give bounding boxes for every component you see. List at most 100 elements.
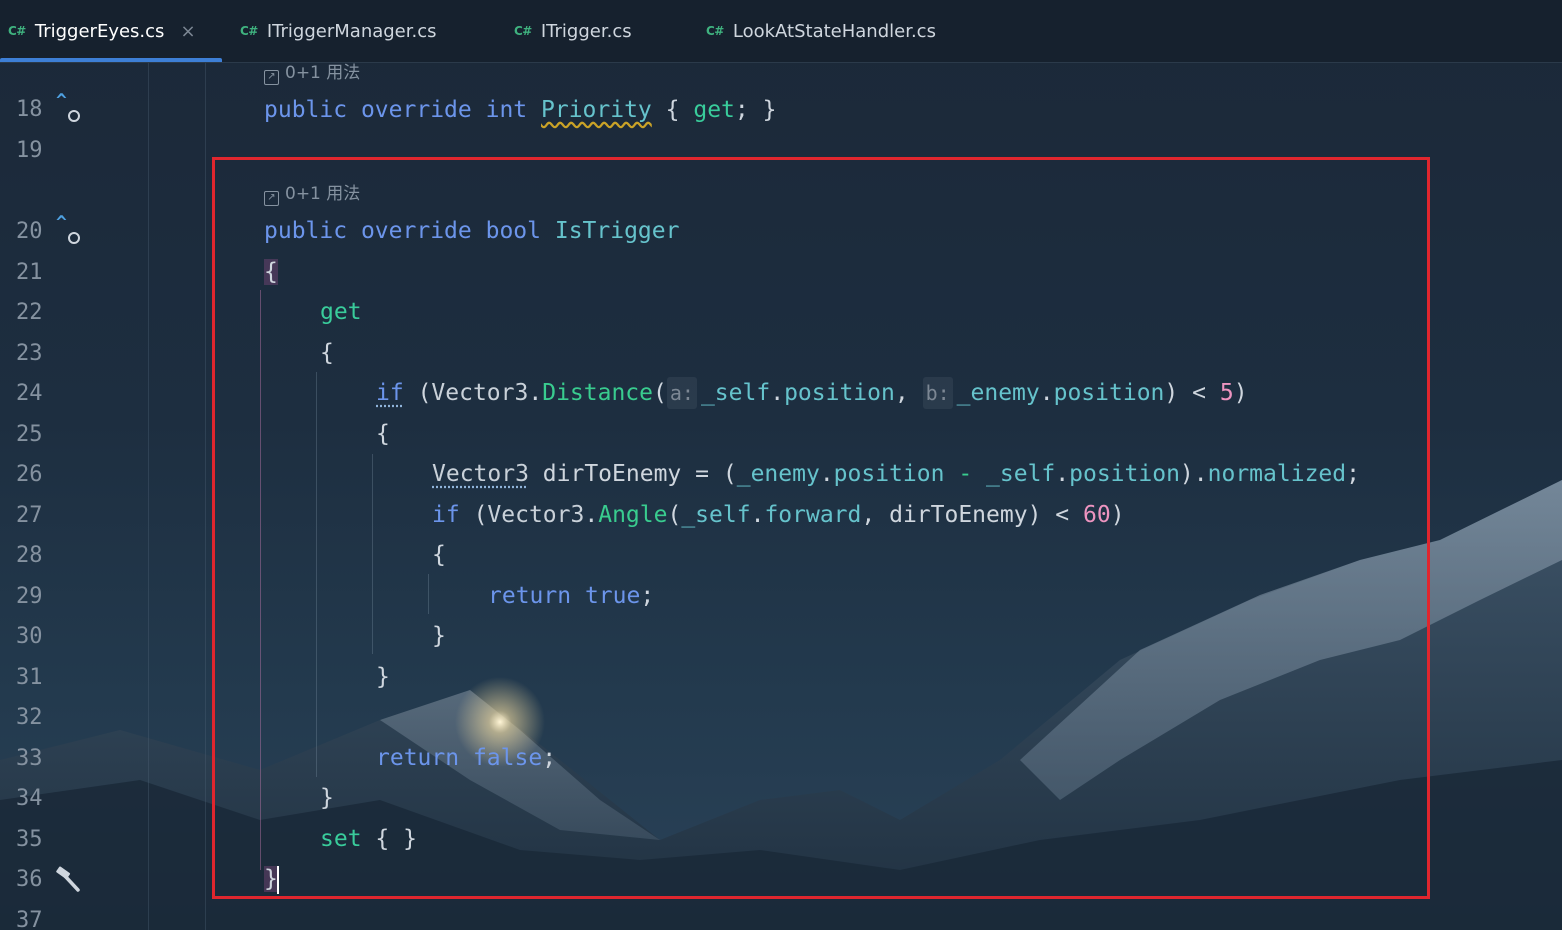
keyword: true <box>584 583 641 609</box>
punctuation: { <box>264 259 278 285</box>
close-icon[interactable]: × <box>180 21 195 42</box>
property-name: forward <box>764 502 862 528</box>
external-link-icon: ↗ <box>264 70 279 85</box>
class-name: Vector3 <box>431 380 529 406</box>
punctuation: } <box>320 785 334 811</box>
property-name: Priority <box>541 97 652 123</box>
punctuation: ) <box>1179 461 1194 487</box>
variable-name: dirToEnemy <box>889 502 1028 528</box>
punctuation: ( <box>473 502 488 528</box>
variable-name: dirToEnemy <box>542 461 682 487</box>
punctuation: . <box>528 380 543 406</box>
csharp-file-icon: C# <box>8 24 26 38</box>
parameter-hint: b: <box>922 377 953 409</box>
operator: < <box>1055 502 1070 528</box>
tab-itriggermanager[interactable]: C# ITriggerManager.cs <box>222 0 496 62</box>
operator: - <box>958 461 973 487</box>
punctuation: } <box>264 866 278 892</box>
keyword: if <box>376 380 404 406</box>
usage-hint[interactable]: ↗ 0+1 用法 <box>264 62 360 85</box>
method-name: Angle <box>598 502 668 528</box>
property-name: normalized <box>1207 461 1347 487</box>
punctuation: ) <box>1027 502 1042 528</box>
code-line-27: if (Vector3.Angle(_self.forward, dirToEn… <box>432 502 1125 528</box>
keyword: int <box>485 97 528 123</box>
code-line-36: } <box>264 863 279 895</box>
csharp-file-icon: C# <box>240 24 258 38</box>
code-line-30: } <box>432 620 446 652</box>
code-line-24: if (Vector3.Distance(a: _self.position, b… <box>376 377 1248 409</box>
code-line-18: public override int Priority { get; } <box>264 94 776 126</box>
number-literal: 5 <box>1219 380 1234 406</box>
operator: < <box>1192 380 1206 406</box>
code-line-21: { <box>264 256 278 288</box>
punctuation: { <box>320 340 334 366</box>
code-line-29: return true; <box>488 580 654 612</box>
punctuation: ( <box>667 502 682 528</box>
indent-guide <box>372 454 373 654</box>
property-name: position <box>1053 380 1165 406</box>
code-line-35: set { } <box>320 823 417 855</box>
punctuation: } <box>762 97 777 123</box>
keyword: public <box>264 218 348 244</box>
code-line-26: Vector3 dirToEnemy = (_enemy.position - … <box>432 461 1360 487</box>
class-name: Vector3 <box>432 461 529 487</box>
code-line-23: { <box>320 337 334 369</box>
method-name: Distance <box>542 380 653 406</box>
punctuation: ; <box>640 583 655 609</box>
tab-itrigger[interactable]: C# ITrigger.cs <box>496 0 690 62</box>
keyword: bool <box>485 218 541 244</box>
punctuation: { <box>376 421 390 447</box>
indent-guide <box>260 290 261 870</box>
field-name: _enemy <box>736 461 820 487</box>
editor-tab-bar: C# TriggerEyes.cs × C# ITriggerManager.c… <box>0 0 1562 63</box>
code-line-22: get <box>320 296 362 328</box>
accessor: get <box>693 97 735 123</box>
keyword: override <box>360 218 472 244</box>
parameter-hint: a: <box>666 377 697 409</box>
tab-label: LookAtStateHandler.cs <box>732 20 936 42</box>
property-name: position <box>784 380 895 406</box>
accessor: set <box>320 826 362 852</box>
tab-label: ITriggerManager.cs <box>266 20 437 42</box>
punctuation: ; <box>734 97 749 123</box>
punctuation: ) <box>1164 380 1179 406</box>
indent-guide <box>428 574 429 614</box>
field-name: _self <box>681 502 751 528</box>
punctuation: } <box>432 623 446 649</box>
code-line-34: } <box>320 782 334 814</box>
keyword: override <box>360 97 472 123</box>
class-name: Vector3 <box>487 502 585 528</box>
keyword: public <box>264 97 348 123</box>
property-name: IsTrigger <box>554 218 680 244</box>
code-line-20: public override bool IsTrigger <box>264 215 679 247</box>
keyword: if <box>432 502 460 528</box>
punctuation: , <box>861 502 876 528</box>
punctuation: { <box>665 97 680 123</box>
field-name: _self <box>986 461 1056 487</box>
punctuation: ; <box>542 745 557 771</box>
property-name: position <box>1069 461 1180 487</box>
tab-label: TriggerEyes.cs <box>34 20 165 42</box>
tab-lookatstatehandler[interactable]: C# LookAtStateHandler.cs <box>690 0 960 62</box>
tab-label: ITrigger.cs <box>540 20 632 42</box>
external-link-icon: ↗ <box>264 191 279 206</box>
punctuation: { } <box>375 826 417 852</box>
keyword: return <box>376 745 460 771</box>
punctuation: ( <box>722 461 737 487</box>
field-name: _self <box>700 380 771 406</box>
code-editor[interactable]: ↗ 0+1 用法 ↗ 0+1 用法 public override int Prio… <box>0 62 1562 930</box>
punctuation: ( <box>417 380 432 406</box>
accessor: get <box>320 299 362 325</box>
punctuation: ) <box>1110 502 1125 528</box>
punctuation: , <box>894 380 909 406</box>
punctuation: ) <box>1233 380 1248 406</box>
usage-hint[interactable]: ↗ 0+1 用法 <box>264 183 360 206</box>
property-name: position <box>833 461 945 487</box>
punctuation: } <box>376 664 390 690</box>
code-line-33: return false; <box>376 742 556 774</box>
code-line-31: } <box>376 661 390 693</box>
field-name: _enemy <box>956 380 1040 406</box>
tab-triggereyes[interactable]: C# TriggerEyes.cs × <box>0 0 222 62</box>
keyword: return <box>488 583 572 609</box>
